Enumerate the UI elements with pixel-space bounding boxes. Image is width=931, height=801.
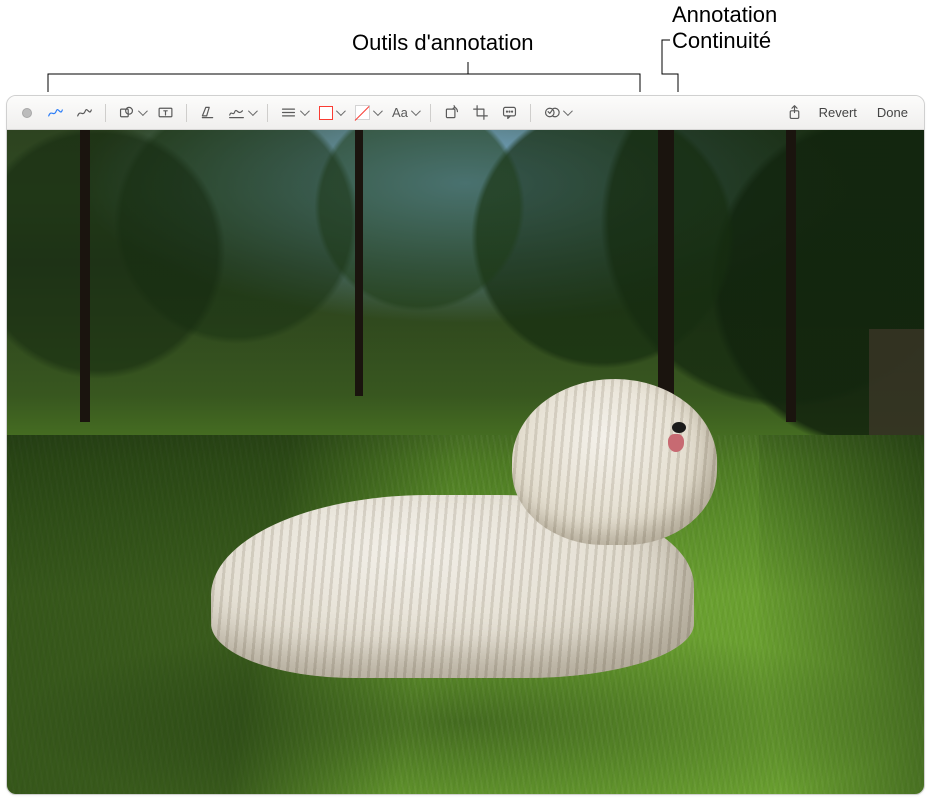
shapes-tool[interactable] (114, 101, 149, 125)
callout-continuity-line2: Continuité (672, 28, 771, 54)
text-style-label: Aa (392, 105, 408, 120)
highlight-icon (199, 104, 216, 121)
tree-trunk (80, 130, 90, 422)
window-close-dot[interactable] (15, 101, 39, 125)
textbox-icon (157, 104, 174, 121)
fill-color-tool[interactable] (351, 101, 384, 125)
text-style-tool[interactable]: Aa (388, 101, 422, 125)
dog-head (512, 379, 717, 545)
sign-tool[interactable] (224, 101, 259, 125)
markup-toolbar: Aa (7, 96, 924, 130)
share-icon (786, 104, 803, 121)
continuity-icon (543, 104, 560, 121)
chevron-down-icon (138, 106, 148, 116)
done-label: Done (877, 105, 908, 120)
chevron-down-icon (373, 106, 383, 116)
close-icon (22, 108, 32, 118)
border-color-tool[interactable] (315, 101, 347, 125)
revert-button[interactable]: Revert (811, 101, 865, 125)
tree-trunk (355, 130, 363, 396)
crop-icon (472, 104, 489, 121)
continuity-markup-tool[interactable] (539, 101, 574, 125)
chevron-down-icon (563, 106, 573, 116)
crop-tool[interactable] (468, 101, 493, 125)
border-color-icon (319, 106, 333, 120)
rotate-icon (443, 104, 460, 121)
callout-annotation-tools: Outils d'annotation (352, 30, 534, 56)
separator (105, 104, 106, 122)
dog-nose (672, 422, 686, 433)
separator (267, 104, 268, 122)
chevron-down-icon (411, 106, 421, 116)
draw-icon (76, 104, 93, 121)
textbox-tool[interactable] (153, 101, 178, 125)
callout-area: Outils d'annotation Annotation Continuit… (0, 0, 931, 100)
photo-dog (200, 362, 769, 694)
revert-label: Revert (819, 105, 857, 120)
image-description-tool[interactable] (497, 101, 522, 125)
line-style-icon (280, 104, 297, 121)
line-style-tool[interactable] (276, 101, 311, 125)
rotate-tool[interactable] (439, 101, 464, 125)
photo-building (869, 329, 924, 435)
sketch-icon (47, 104, 64, 121)
markup-window: Aa (6, 95, 925, 795)
share-button[interactable] (782, 101, 807, 125)
tree-trunk (786, 130, 796, 422)
separator (530, 104, 531, 122)
separator (430, 104, 431, 122)
image-canvas[interactable] (7, 130, 924, 794)
photo-shadow (759, 435, 924, 794)
chevron-down-icon (248, 106, 258, 116)
shapes-icon (118, 104, 135, 121)
chevron-down-icon (300, 106, 310, 116)
draw-tool[interactable] (72, 101, 97, 125)
highlight-tool[interactable] (195, 101, 220, 125)
dog-tongue (668, 434, 684, 452)
done-button[interactable]: Done (869, 101, 916, 125)
chevron-down-icon (336, 106, 346, 116)
image-description-icon (501, 104, 518, 121)
sketch-tool[interactable] (43, 101, 68, 125)
sign-icon (228, 104, 245, 121)
callout-continuity-line1: Annotation (672, 2, 777, 28)
separator (186, 104, 187, 122)
fill-color-icon (355, 105, 370, 120)
